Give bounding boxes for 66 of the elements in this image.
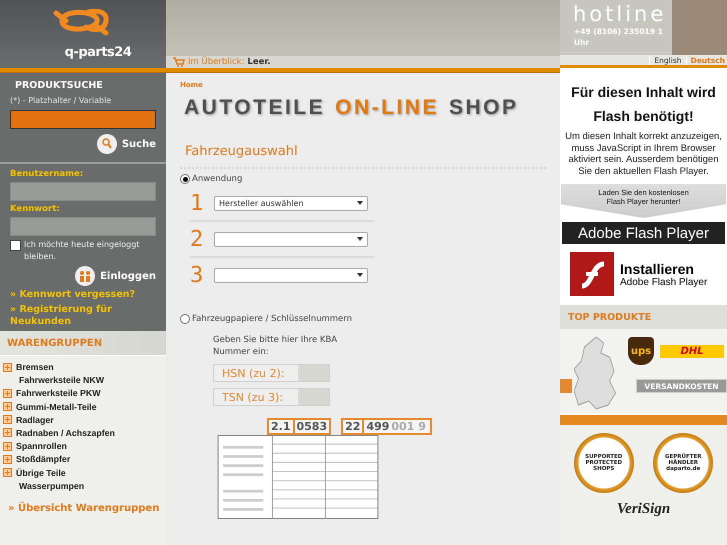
plus-icon xyxy=(3,402,12,412)
section-title: TOP PRODUKTE xyxy=(568,312,652,322)
photo-placeholder xyxy=(672,0,727,55)
radio-option[interactable]: Anwendung xyxy=(180,174,546,184)
caret-icon xyxy=(357,273,363,277)
section-title: Fahrzeugauswahl xyxy=(185,144,299,159)
login-button[interactable]: Einloggen xyxy=(75,266,156,286)
flash-icon xyxy=(570,252,614,296)
step-number: 2 xyxy=(190,226,204,252)
plus-icon xyxy=(3,468,12,477)
shop-title: AUTOTEILE xyxy=(184,96,326,120)
tsn-code-box: 22 499 001 9 xyxy=(341,418,432,435)
section-title: PRODUKTSUCHE xyxy=(15,80,104,91)
flash-title: Für diesen Inhalt wird Flash benötigt! xyxy=(570,83,717,126)
install-title[interactable]: Installieren xyxy=(620,260,708,276)
search-field[interactable] xyxy=(10,110,156,129)
category-link[interactable]: Übrige Teile xyxy=(3,466,163,478)
plus-icon xyxy=(3,362,12,372)
username-field[interactable] xyxy=(10,182,156,201)
dropdown[interactable] xyxy=(214,232,368,246)
people-icon xyxy=(75,266,96,286)
shop-title: SHOP xyxy=(448,96,518,120)
radio-option[interactable]: Fahrzeugpapiere / Schlüsselnummern xyxy=(180,314,546,324)
search-button[interactable]: Suche xyxy=(96,134,156,154)
step-number: 3 xyxy=(190,262,204,288)
dropdown[interactable]: Hersteller auswählen xyxy=(214,196,368,210)
player-banner[interactable]: Adobe Flash Player xyxy=(562,222,725,244)
cart-label: Im Überblick: xyxy=(188,57,244,67)
cart-icon xyxy=(173,57,185,67)
category-link[interactable]: Gummi-Metall-Teile xyxy=(3,400,163,413)
category-link[interactable]: Bremsen xyxy=(3,361,163,373)
caret-icon xyxy=(357,237,363,241)
plus-icon xyxy=(3,428,12,438)
search-icon xyxy=(96,134,117,154)
dhl-logo: DHL xyxy=(660,345,724,358)
category-link[interactable]: Fahrwerksteile PKW xyxy=(3,387,163,400)
plus-icon xyxy=(3,415,12,424)
remember-checkbox[interactable] xyxy=(10,240,21,251)
install-subtitle: Adobe Flash Player xyxy=(620,276,708,288)
hsn-code-box: 2.1 0583 xyxy=(267,418,332,435)
hotline-title: hotline xyxy=(573,2,668,26)
instruction-text: Geben Sie bitte hier Ihre KBA Nummer ein: xyxy=(213,334,338,358)
field-label: Benutzername: xyxy=(10,169,84,179)
dropdown[interactable] xyxy=(214,268,368,282)
plus-icon xyxy=(3,442,12,451)
section-title: WARENGRUPPEN xyxy=(7,338,102,348)
plus-icon xyxy=(3,454,12,464)
cart-value: Leer. xyxy=(247,57,271,67)
password-field[interactable] xyxy=(10,217,156,236)
category-link[interactable]: Fahrwerksteile NKW xyxy=(3,374,163,386)
category-link[interactable]: Radnaben / Achszapfen xyxy=(3,426,163,439)
category-link[interactable]: Radlager xyxy=(3,414,163,426)
category-link[interactable]: Spannrollen xyxy=(3,440,163,452)
logo-text: q-parts24 xyxy=(64,44,132,60)
plus-icon xyxy=(3,388,12,398)
category-link[interactable]: Stoßdämpfer xyxy=(3,453,163,466)
verisign-logo: VeriSign xyxy=(560,501,727,545)
field-label: Kennwort: xyxy=(10,204,61,214)
step-number: 1 xyxy=(190,190,204,216)
hint-text: (*) - Platzhalter / Variable xyxy=(10,96,112,105)
remember-label: Ich möchte heute eingeloggt bleiben. xyxy=(24,239,140,263)
flash-text: Um diesen Inhalt korrekt anzuzeigen, muss JavaScript in Ihrem Browser aktiviert sein. Ausserdem benötigen Sie den aktuellen Flash Player. xyxy=(564,131,723,177)
shop-title: ON-LINE xyxy=(335,96,439,120)
ups-logo: ups xyxy=(628,337,654,365)
category-link[interactable]: Wasserpumpen xyxy=(3,480,163,492)
caret-icon xyxy=(357,201,363,205)
